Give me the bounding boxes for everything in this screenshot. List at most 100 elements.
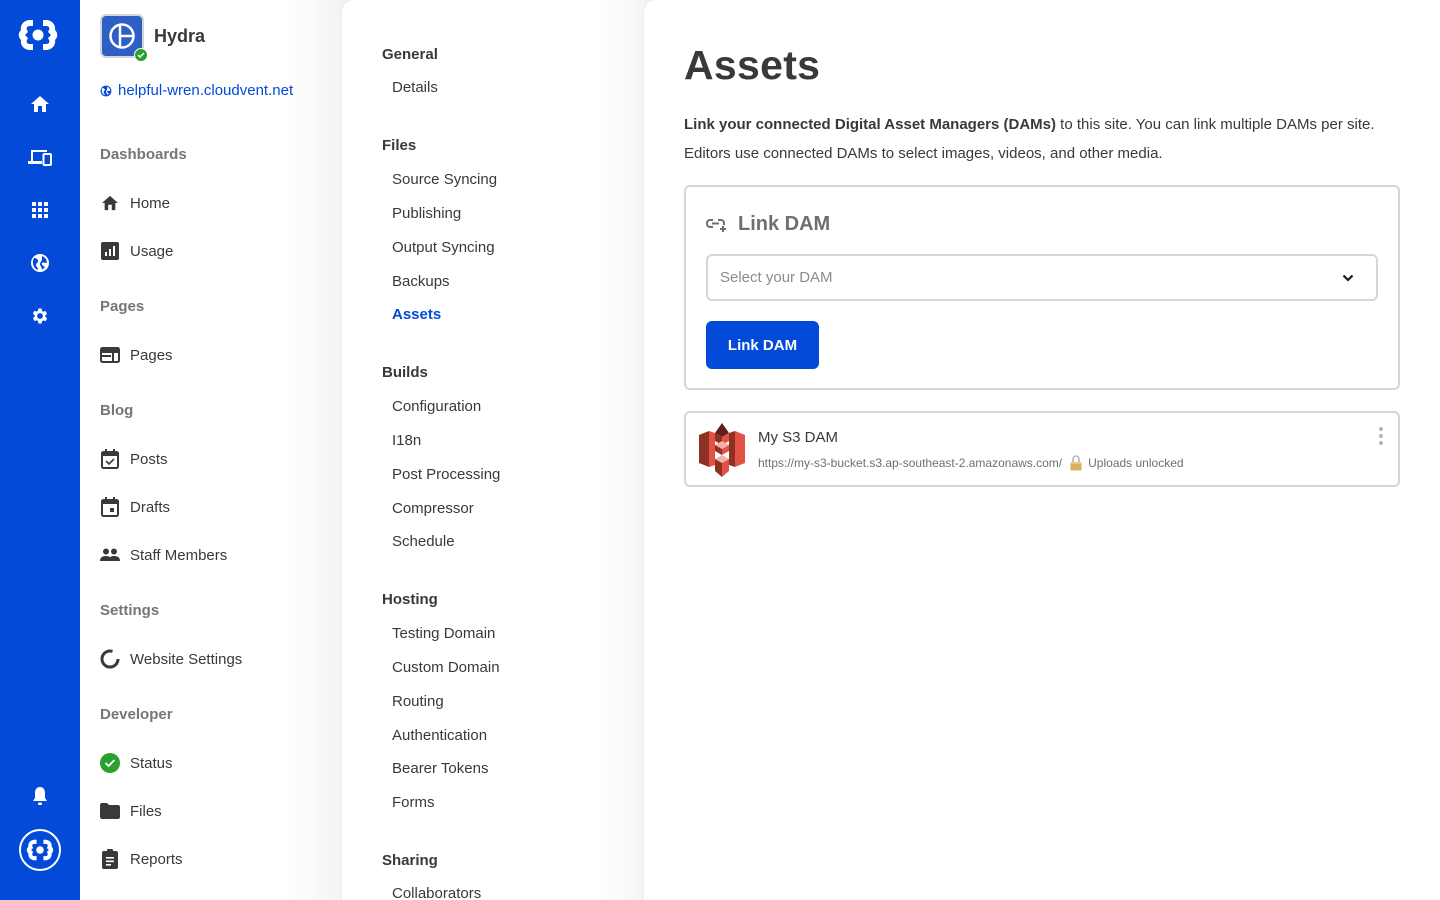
page-description: Link your connected Digital Asset Manage… [684,110,1404,168]
more-options-button[interactable] [1376,425,1386,447]
sidebar-item-staff-members[interactable]: Staff Members [100,543,227,567]
rail-home-button[interactable] [26,90,54,118]
main-content: Assets Link your connected Digital Asset… [644,0,1440,900]
site-logo-icon [109,23,135,49]
sidebar-item-files[interactable]: Files [100,799,162,823]
settings-item-bearer-tokens[interactable]: Bearer Tokens [392,760,488,777]
sidebar-item-reports[interactable]: Reports [100,847,183,871]
check-icon [137,52,145,58]
settings-item-source-syncing[interactable]: Source Syncing [392,171,497,188]
site-url-link[interactable]: helpful-wren.cloudvent.net [100,82,293,99]
unlocked-padlock-icon [1070,455,1082,471]
devices-icon [28,150,52,166]
settings-section-sharing: Sharing [382,852,438,869]
settings-item-authentication[interactable]: Authentication [392,727,487,744]
status-check-icon [100,753,120,773]
sidebar-item-website-settings[interactable]: Website Settings [100,647,242,671]
settings-item-configuration[interactable]: Configuration [392,398,481,415]
settings-item-forms[interactable]: Forms [392,794,435,811]
sidebar-item-drafts[interactable]: Drafts [100,495,170,519]
settings-section-general: General [382,46,438,63]
nav-section-blog: Blog [100,402,134,419]
nav-section-pages: Pages [100,298,145,315]
partial-nav-icon [102,894,118,900]
sidebar-item-pages[interactable]: Pages [100,343,173,367]
link-dam-card: Link DAM Select your DAM Link DAM [684,185,1400,390]
chevron-down-icon [1342,274,1354,282]
link-add-icon [706,218,726,232]
settings-item-post-processing[interactable]: Post Processing [392,466,500,483]
home-icon [31,96,49,112]
rail-settings-button[interactable] [26,302,54,330]
dam-list-item[interactable]: My S3 DAM https://my-s3-bucket.s3.ap-sou… [684,411,1400,487]
sidebar-item-status[interactable]: Status [100,751,173,775]
notifications-button[interactable] [26,782,54,810]
site-header[interactable]: Hydra [100,14,206,62]
site-name: Hydra [154,25,206,46]
settings-item-collaborators[interactable]: Collaborators [392,885,481,900]
site-navigation: Hydra helpful-wren.cloudvent.net Dashboa… [80,0,342,900]
dam-select[interactable]: Select your DAM [706,254,1378,301]
rail-sites-button[interactable] [26,249,54,277]
settings-item-compressor[interactable]: Compressor [392,500,474,517]
settings-item-custom-domain[interactable]: Custom Domain [392,659,500,676]
settings-section-files: Files [382,137,417,154]
sidebar-item-usage[interactable]: Usage [100,239,173,263]
usage-chart-icon [101,242,119,260]
settings-item-i18n[interactable]: I18n [392,432,421,449]
sidebar-item-label: Staff Members [130,546,228,564]
rail-devices-button[interactable] [26,143,54,171]
link-dam-title: Link DAM [738,213,831,235]
settings-item-publishing[interactable]: Publishing [392,205,461,222]
settings-item-assets[interactable]: Assets [392,306,441,323]
sidebar-item-label: Website Settings [130,650,243,668]
people-icon [100,548,120,561]
clipboard-icon [102,849,118,869]
site-status-badge [134,48,148,62]
settings-section-builds: Builds [382,364,428,381]
rail-apps-button[interactable] [26,196,54,224]
sidebar-item-home[interactable]: Home [100,191,170,215]
settings-item-schedule[interactable]: Schedule [392,533,455,550]
sidebar-item-label: Status [130,754,173,772]
kebab-dot [1379,441,1383,445]
sidebar-item-posts[interactable]: Posts [100,447,168,471]
calendar-check-icon [101,449,119,469]
home-icon [102,195,118,211]
account-avatar-button[interactable] [19,829,61,871]
globe-icon [100,85,112,96]
dam-url: https://my-s3-bucket.s3.ap-southeast-2.a… [758,456,1063,470]
settings-item-testing-domain[interactable]: Testing Domain [392,625,495,642]
link-dam-heading: Link DAM [706,213,830,236]
site-avatar [100,14,148,62]
sidebar-item-label: Drafts [130,498,171,516]
bell-icon [33,787,47,805]
settings-section-hosting: Hosting [382,591,438,608]
page-title: Assets [684,42,821,88]
globe-icon [31,254,49,272]
settings-item-output-syncing[interactable]: Output Syncing [392,239,495,256]
account-avatar-icon [26,839,54,861]
dam-name: My S3 DAM [758,429,839,446]
site-url-text: helpful-wren.cloudvent.net [118,82,294,99]
aws-s3-icon [699,423,745,477]
sidebar-item-label: Files [130,802,162,820]
dam-upload-status: Uploads unlocked [1088,456,1184,470]
link-dam-button[interactable]: Link DAM [706,321,819,369]
app-rail [0,0,80,900]
settings-navigation: General Details Files Source Syncing Pub… [342,0,644,900]
nav-section-developer: Developer [100,706,173,723]
loading-ring-icon [100,649,120,669]
settings-item-details[interactable]: Details [392,79,438,96]
settings-item-backups[interactable]: Backups [392,273,450,290]
grid-icon [32,202,48,218]
description-emphasis: Link your connected Digital Asset Manage… [684,116,1057,133]
sidebar-item-label: Pages [130,346,173,364]
calendar-draft-icon [101,497,119,517]
cloudcannon-logo-icon[interactable] [18,16,58,54]
kebab-dot [1379,427,1383,431]
pages-icon [100,347,120,363]
settings-item-routing[interactable]: Routing [392,693,444,710]
sidebar-item-label: Usage [130,242,174,260]
dam-select-placeholder: Select your DAM [720,269,833,286]
